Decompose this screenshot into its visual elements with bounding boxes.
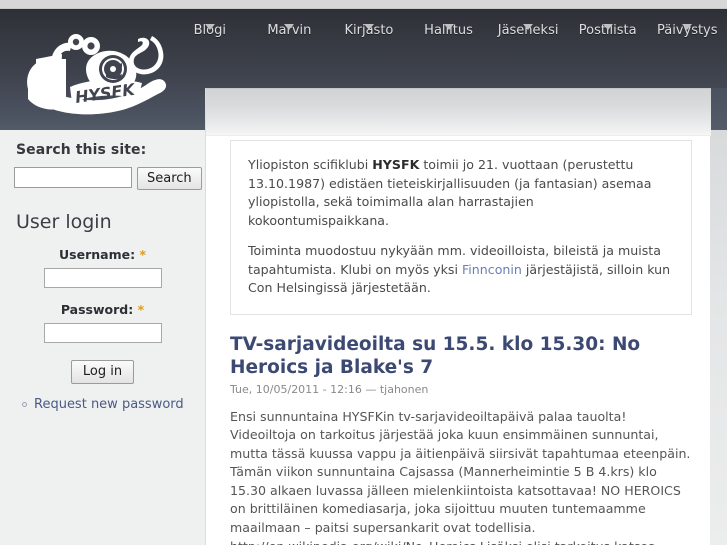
intro-paragraph-2: Toiminta muodostuu nykyään mm. videoillo… [248,242,674,298]
finncon-link[interactable]: Finnconin [462,262,522,277]
nav-item-jaseneksi[interactable]: Jäseneksi [488,24,568,43]
post-title[interactable]: TV-sarjavideoilta su 15.5. klo 15.30: No… [230,333,692,379]
username-row: Username: * [14,247,191,288]
post-body: Ensi sunnuntaina HYSFKin tv-sarjavideoil… [230,408,691,545]
nav-item-paivystys[interactable]: Päivystys [647,24,727,43]
chevron-down-icon [284,24,295,30]
intro-p1-bold: HYSFK [372,157,420,172]
panel-cap-line [206,130,711,136]
search-input[interactable] [14,167,132,188]
password-label: Password: * [14,302,191,317]
page-root: Blogi Marvin Kirjasto Hallitus Jäseneksi… [0,0,727,545]
username-label: Username: * [14,247,191,262]
intro-box: Yliopiston scifiklubi HYSFK toimii jo 21… [230,140,692,315]
nav-item-kirjasto[interactable]: Kirjasto [329,24,409,43]
intro-p1-before: Yliopiston scifiklubi [248,157,373,172]
log-in-button[interactable]: Log in [70,360,135,384]
chevron-down-icon [602,24,613,30]
request-password-item: Request new password [22,397,191,412]
nav-item-marvin[interactable]: Marvin [250,24,330,43]
search-form: Search [14,167,202,190]
required-marker: * [137,302,145,317]
search-block-title: Search this site: [16,142,147,158]
main-navigation: Blogi Marvin Kirjasto Hallitus Jäseneksi… [170,9,727,43]
search-button[interactable]: Search [137,167,202,190]
chevron-down-icon [204,24,215,30]
right-strip-top [710,88,727,130]
username-input[interactable] [43,268,162,288]
chevron-down-icon [523,24,534,30]
right-strip [710,130,727,545]
nav-item-blogi[interactable]: Blogi [170,24,250,43]
password-label-text: Password: [60,302,134,317]
site-logo[interactable]: HYSFK [14,21,174,126]
nav-item-postilista[interactable]: Postilista [568,24,648,43]
chevron-down-icon [682,24,693,30]
request-new-password-link[interactable]: Request new password [34,397,184,412]
post-meta: Tue, 10/05/2011 - 12:16 — tjahonen [230,382,429,396]
login-button-wrap: Log in [14,360,191,384]
panel-cap [206,88,711,130]
main-content: Yliopiston scifiklubi HYSFK toimii jo 21… [230,140,692,545]
bullet-icon [22,402,27,407]
sidebar: Search this site: Search User login User… [0,130,205,545]
username-label-text: Username: [59,247,136,262]
chevron-down-icon [363,24,374,30]
user-login-heading: User login [16,211,112,233]
intro-paragraph-1: Yliopiston scifiklubi HYSFK toimii jo 21… [248,156,674,230]
chevron-down-icon [443,24,454,30]
password-row: Password: * [14,302,191,343]
required-marker: * [139,247,146,262]
top-band [0,0,727,9]
nav-item-hallitus[interactable]: Hallitus [409,24,489,43]
password-input[interactable] [43,323,162,343]
hysfk-mascot-icon: HYSFK [27,34,167,115]
